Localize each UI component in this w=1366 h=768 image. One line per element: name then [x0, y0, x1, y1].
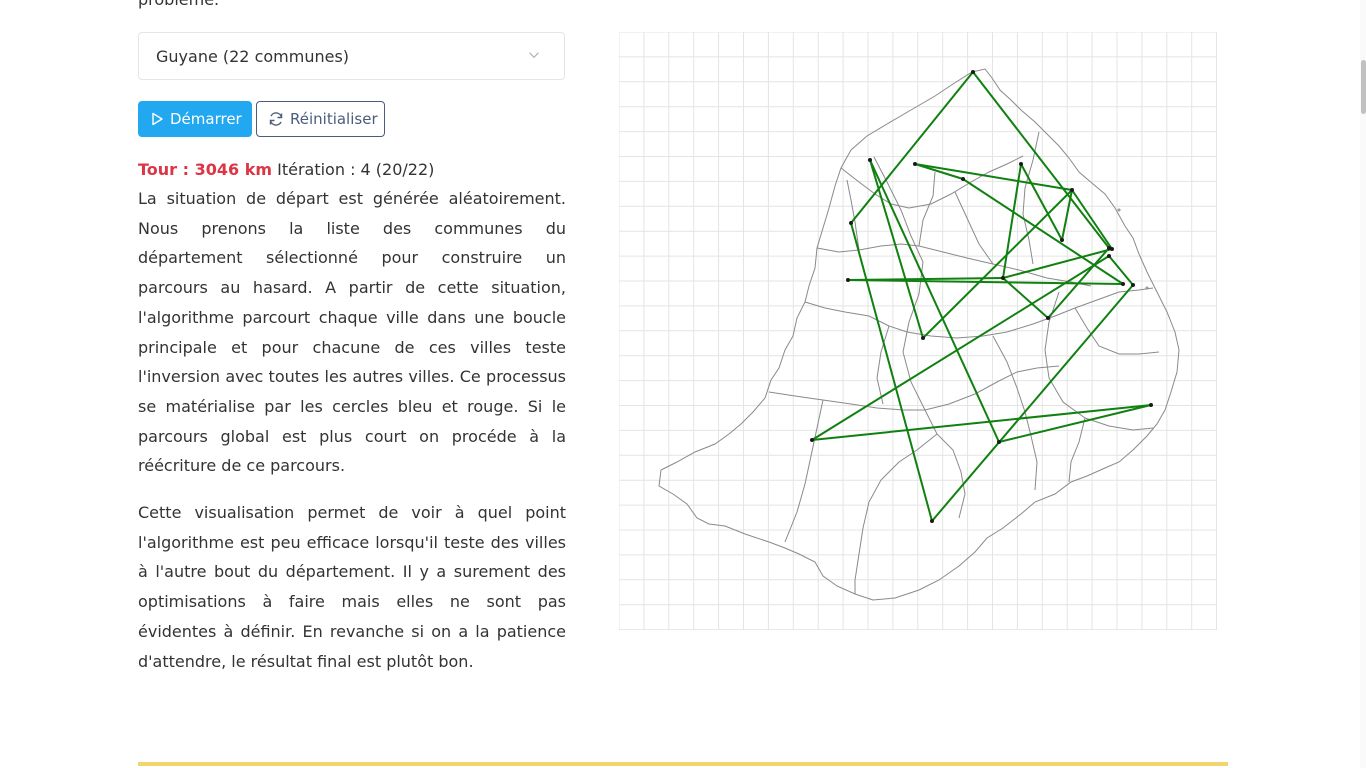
tour-distance: Tour : 3046 km	[138, 160, 273, 179]
chevron-down-icon	[529, 52, 539, 59]
route-segment	[811, 255, 1110, 441]
town-marker	[1070, 188, 1074, 192]
town-marker	[961, 177, 965, 181]
tsp-map-canvas	[619, 32, 1217, 630]
town-marker	[971, 70, 975, 74]
tsp-map	[619, 32, 1217, 630]
reset-button[interactable]: Réinitialiser	[256, 101, 385, 137]
department-outline	[658, 68, 1180, 601]
play-icon	[152, 112, 163, 126]
iteration-counter: Itération : 4 (20/22)	[277, 160, 435, 179]
start-button[interactable]: Démarrer	[138, 101, 252, 137]
route-segment	[869, 159, 924, 339]
town-marker	[1110, 247, 1114, 251]
town-marker	[913, 162, 917, 166]
route-segment	[914, 163, 1073, 191]
department-select-value: Guyane (22 communes)	[156, 46, 350, 66]
town-marker	[1019, 162, 1023, 166]
intro-text-tail: problème.	[138, 0, 219, 10]
town-marker	[1060, 238, 1064, 242]
map-grid	[619, 32, 1217, 630]
route-segment	[850, 71, 974, 224]
route-segment	[811, 404, 1152, 441]
town-marker	[1121, 282, 1125, 286]
town-marker	[868, 158, 872, 162]
description-paragraph-2: Cette visualisation permet de voir à que…	[138, 503, 566, 671]
tour-stats: Tour : 3046 km Itération : 4 (20/22)	[138, 159, 434, 181]
department-select[interactable]: Guyane (22 communes)	[138, 32, 565, 80]
page-scrollbar[interactable]	[1360, 0, 1366, 768]
town-marker	[930, 519, 934, 523]
town-marker	[846, 278, 850, 282]
town-marker	[921, 336, 925, 340]
section-divider-bar	[138, 762, 1228, 766]
town-marker	[849, 221, 853, 225]
route-segment	[931, 284, 1134, 522]
town-marker	[1131, 283, 1135, 287]
scrollbar-thumb[interactable]	[1361, 60, 1366, 114]
town-marker	[810, 438, 814, 442]
reset-button-label: Réinitialiser	[290, 110, 378, 128]
route-segment	[1020, 163, 1063, 241]
town-marker	[1149, 403, 1153, 407]
town-marker	[1107, 254, 1111, 258]
description-paragraph-1: La situation de départ est générée aléat…	[138, 189, 566, 476]
town-marker	[1001, 276, 1005, 280]
town-marker	[1046, 316, 1050, 320]
town-marker	[997, 440, 1001, 444]
start-button-label: Démarrer	[170, 110, 242, 128]
refresh-icon	[269, 112, 283, 126]
